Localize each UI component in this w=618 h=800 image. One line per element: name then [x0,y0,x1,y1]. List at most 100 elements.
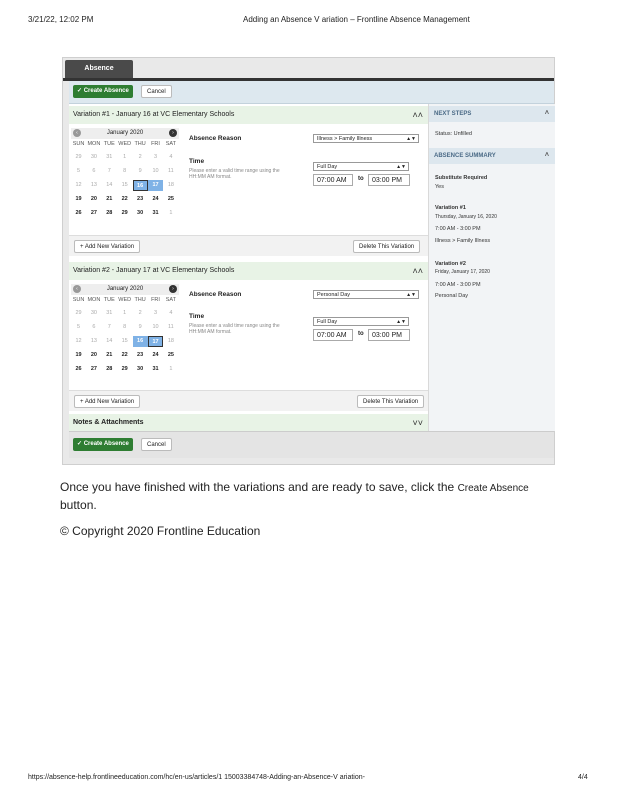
calendar-day[interactable]: 11 [163,166,178,177]
calendar-day[interactable]: 3 [148,152,163,163]
next-steps-header[interactable]: NEXT STEPS ˄ [429,106,555,122]
calendar-day[interactable]: 18 [163,336,178,347]
calendar-day[interactable]: 23 [133,194,148,205]
calendar-day[interactable]: 12 [71,336,86,347]
create-absence-button[interactable]: ✓ Create Absence [73,85,133,98]
prev-month-icon[interactable]: ‹ [73,129,81,137]
delete-variation-button[interactable]: Delete This Variation [357,395,425,408]
calendar-weekday: THU [134,297,146,303]
calendar-day[interactable]: 16 [132,336,148,347]
calendar-day[interactable]: 20 [86,194,101,205]
calendar-day: 31 [106,154,113,160]
calendar-day[interactable]: 17 [148,336,163,347]
end-time-input[interactable]: 03:00 PM [368,174,410,186]
add-variation-button[interactable]: + Add New Variation [74,395,141,408]
calendar-day[interactable]: 26 [71,364,86,375]
collapse-icon[interactable]: ˄˄ [412,106,423,124]
summary-variation-1-date: Thursday, January 16, 2020 [435,214,497,220]
variation-1-header[interactable]: Variation #1 - January 16 at VC Elementa… [69,106,428,124]
calendar-day[interactable]: 3 [148,308,163,319]
notes-attachments-header[interactable]: Notes & Attachments ˅˅ [69,414,428,432]
end-time-input[interactable]: 03:00 PM [368,329,410,341]
calendar-day[interactable]: 4 [163,308,178,319]
calendar-day[interactable]: 12 [71,180,86,191]
calendar-day[interactable]: 18 [163,180,178,191]
calendar-day[interactable]: 6 [86,322,101,333]
calendar-day[interactable]: 24 [148,350,163,361]
calendar-day[interactable]: 15 [117,180,132,191]
absence-reason-select[interactable]: Illness > Family Illness ▲▼ [313,134,419,143]
absence-summary-header[interactable]: ABSENCE SUMMARY ˄ [429,148,555,164]
collapse-icon[interactable]: ˄ [545,148,549,164]
calendar-day[interactable]: 29 [117,364,132,375]
calendar-day[interactable]: 2 [133,152,148,163]
calendar-day[interactable]: 2 [133,308,148,319]
duration-select[interactable]: Full Day ▲▼ [313,162,409,171]
expand-icon[interactable]: ˅˅ [412,414,423,432]
calendar-day[interactable]: 25 [163,194,178,205]
calendar-day[interactable]: 11 [163,322,178,333]
calendar-day[interactable]: 31 [148,364,163,375]
calendar-day[interactable]: 22 [117,194,132,205]
calendar-day[interactable]: 19 [71,194,86,205]
calendar-day[interactable]: 13 [86,180,101,191]
calendar-day[interactable]: 5 [71,166,86,177]
calendar-day[interactable]: 30 [133,364,148,375]
time-label: Time [189,313,205,320]
calendar-day[interactable]: 16 [132,180,148,191]
calendar-day[interactable]: 7 [102,166,117,177]
calendar-day[interactable]: 22 [117,350,132,361]
prev-month-icon[interactable]: ‹ [73,285,81,293]
absence-reason-select[interactable]: Personal Day ▲▼ [313,290,419,299]
next-month-icon[interactable]: › [169,129,177,137]
start-time-input[interactable]: 07:00 AM [313,329,353,341]
calendar-day[interactable]: 23 [133,350,148,361]
cancel-button[interactable]: Cancel [141,438,172,451]
calendar-day[interactable]: 21 [102,194,117,205]
calendar-day[interactable]: 26 [71,208,86,219]
calendar-day[interactable]: 27 [86,208,101,219]
calendar-day[interactable]: 8 [117,166,132,177]
calendar-day[interactable]: 4 [163,152,178,163]
calendar-day[interactable]: 28 [102,364,117,375]
calendar-day[interactable]: 13 [86,336,101,347]
calendar-day[interactable]: 25 [163,350,178,361]
calendar-day[interactable]: 7 [102,322,117,333]
calendar-day[interactable]: 10 [148,322,163,333]
calendar-day[interactable]: 20 [86,350,101,361]
calendar-day[interactable]: 14 [102,180,117,191]
calendar-day[interactable]: 30 [133,208,148,219]
variation-2-header[interactable]: Variation #2 - January 17 at VC Elementa… [69,262,428,280]
calendar-day[interactable]: 21 [102,350,117,361]
calendar-day[interactable]: 6 [86,166,101,177]
collapse-icon[interactable]: ˄˄ [412,262,423,280]
delete-variation-button[interactable]: Delete This Variation [353,240,421,253]
add-variation-button[interactable]: + Add New Variation [74,240,141,253]
calendar-day[interactable]: 14 [102,336,117,347]
start-time-input[interactable]: 07:00 AM [313,174,353,186]
calendar-day[interactable]: 10 [148,166,163,177]
calendar-day[interactable]: 31 [148,208,163,219]
tab-absence[interactable]: Absence [65,60,133,78]
next-month-icon[interactable]: › [169,285,177,293]
calendar-day[interactable]: 15 [117,336,132,347]
calendar-day[interactable]: 5 [71,322,86,333]
calendar-day[interactable]: 28 [102,208,117,219]
calendar-day[interactable]: 1 [117,152,132,163]
print-url: https://absence-help.frontlineeducation.… [28,774,365,781]
calendar-day[interactable]: 1 [117,308,132,319]
create-absence-button[interactable]: ✓ Create Absence [73,438,133,451]
duration-select[interactable]: Full Day ▲▼ [313,317,409,326]
collapse-icon[interactable]: ˄ [545,106,549,122]
cancel-button[interactable]: Cancel [141,85,172,98]
calendar-day[interactable]: 29 [117,208,132,219]
calendar-day[interactable]: 24 [148,194,163,205]
calendar-day[interactable]: 9 [133,322,148,333]
variation-1-title: Variation #1 - January 16 at VC Elementa… [73,111,235,118]
calendar-day[interactable]: 9 [133,166,148,177]
summary-variation-1-reason: Illness > Family Illness [435,238,491,244]
calendar-day[interactable]: 27 [86,364,101,375]
calendar-day[interactable]: 8 [117,322,132,333]
calendar-day[interactable]: 17 [148,180,163,191]
calendar-day[interactable]: 19 [71,350,86,361]
